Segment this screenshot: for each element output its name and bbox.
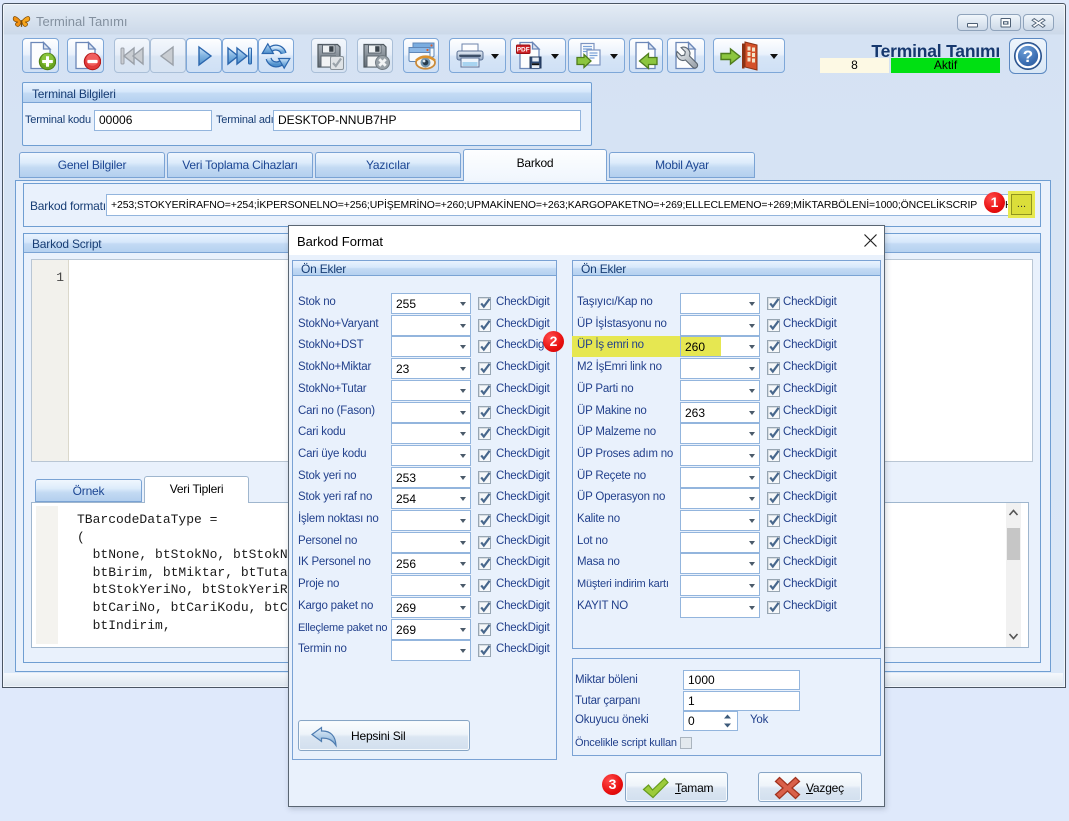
svg-text:?: ? <box>1023 47 1033 66</box>
svg-text:PDF: PDF <box>517 46 530 53</box>
